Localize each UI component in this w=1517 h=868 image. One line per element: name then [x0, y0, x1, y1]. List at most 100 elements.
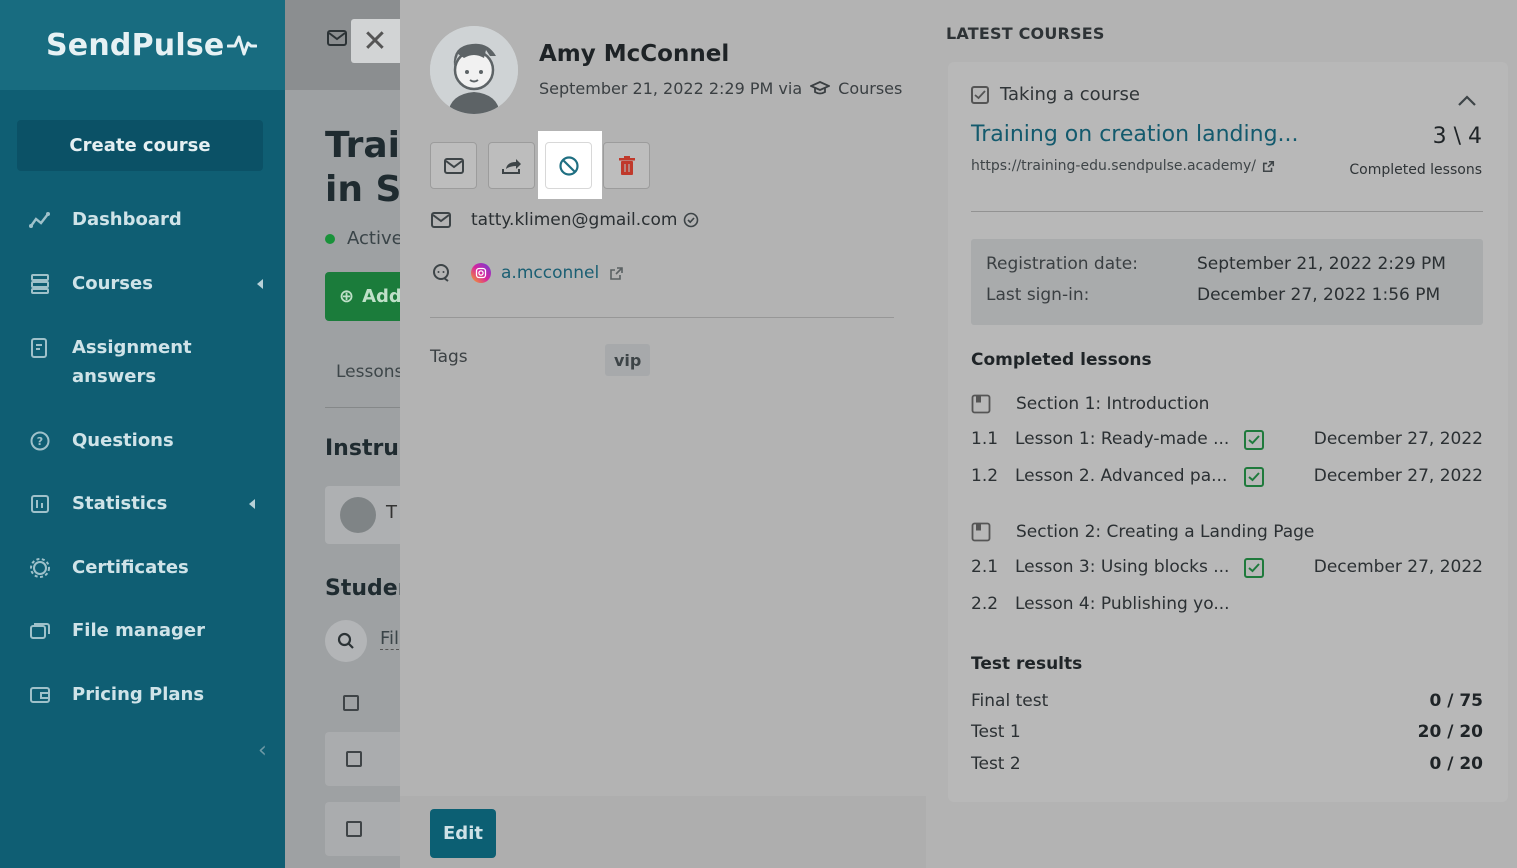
instagram-link[interactable]: a.mcconnel [501, 263, 599, 283]
latest-courses-panel: LATEST COURSES Taking a course Training … [926, 0, 1517, 868]
lesson-progress: 3 \ 4 [1432, 124, 1482, 149]
close-panel-button[interactable]: ✕ [351, 19, 400, 63]
test-name: Final test [971, 691, 1049, 711]
test-name: Test 1 [971, 722, 1021, 742]
edit-button[interactable]: Edit [430, 809, 496, 858]
sendpulse-logo[interactable]: SendPulse [46, 28, 258, 63]
registration-box [971, 239, 1483, 325]
share-button[interactable] [488, 142, 535, 189]
lesson-date: December 27, 2022 [1313, 429, 1483, 449]
sidebar-item-pricing-plans[interactable]: Pricing Plans [0, 680, 285, 709]
lesson-number: 1.2 [971, 466, 999, 486]
table-row [325, 732, 400, 786]
search-button[interactable] [325, 620, 367, 662]
course-title-link[interactable]: Training on creation landing... [971, 122, 1299, 147]
sidebar-item-label: Questions [72, 430, 174, 451]
sidebar-item-file-manager[interactable]: File manager [0, 616, 285, 645]
book-icon [971, 394, 991, 414]
course-url: https://training-edu.sendpulse.academy/ [971, 158, 1275, 174]
section-row: Section 1: Introduction [971, 394, 1209, 414]
status-dot [325, 233, 335, 244]
sidebar-item-certificates[interactable]: Certificates [0, 553, 285, 582]
delete-student-button[interactable] [603, 142, 650, 189]
user-avatar-icon [430, 26, 518, 114]
progress-label: Completed lessons [1349, 162, 1482, 178]
profile-divider [430, 317, 894, 318]
status-active: Active [325, 228, 400, 249]
student-email[interactable]: tatty.klimen@gmail.com [471, 210, 677, 230]
lesson-name[interactable]: Lesson 4: Publishing yo... [1015, 594, 1230, 614]
avatar [430, 26, 518, 114]
add-circle-icon: ⊕ [339, 286, 355, 307]
chevron-left-icon [257, 279, 263, 289]
table-row [325, 802, 400, 856]
test-name: Test 2 [971, 754, 1021, 774]
row-checkbox[interactable] [346, 821, 362, 837]
test-score: 0 / 75 [1429, 691, 1483, 711]
chat-bubble-icon [430, 263, 452, 283]
mail-icon [443, 157, 464, 174]
row-checkbox[interactable] [346, 751, 362, 767]
external-link-icon[interactable] [609, 266, 624, 281]
book-icon [971, 522, 991, 542]
student-name: Amy McConnel [539, 41, 730, 67]
block-icon [558, 155, 579, 176]
collapse-sidebar-icon[interactable]: ‹ [258, 738, 267, 763]
tab-lessons[interactable]: Lessons [336, 362, 400, 382]
pulse-icon [227, 35, 258, 56]
course-page-background: ✕ Traiin Se Active ⊕Add Lessons Instruc … [285, 0, 400, 868]
lesson-name[interactable]: Lesson 2. Advanced pa... [1015, 466, 1227, 486]
mail-icon[interactable] [327, 30, 347, 50]
block-student-button[interactable] [545, 142, 592, 189]
send-email-button[interactable] [430, 142, 477, 189]
avatar [340, 497, 376, 533]
filter-link[interactable]: Fil [380, 628, 400, 650]
chart-line-icon [28, 205, 52, 234]
course-status: Taking a course [971, 84, 1140, 105]
instagram-icon [471, 263, 491, 283]
sidebar-item-label: File manager [72, 620, 205, 641]
sidebar-item-dashboard[interactable]: Dashboard [0, 205, 285, 234]
sidebar-item-assignment-answers[interactable]: Assignment answers [0, 333, 240, 391]
test-score: 20 / 20 [1417, 722, 1483, 742]
create-course-button[interactable]: Create course [17, 120, 263, 171]
share-icon [501, 158, 521, 174]
page-topbar: ✕ [285, 0, 400, 90]
sidebar-item-statistics[interactable]: Statistics [0, 489, 285, 518]
checkbox-checked-icon [971, 85, 989, 104]
lesson-name[interactable]: Lesson 1: Ready-made ... [1015, 429, 1229, 449]
lesson-number: 1.1 [971, 429, 999, 449]
lesson-completed-icon [1244, 430, 1264, 450]
chevron-up-icon[interactable] [1457, 92, 1477, 111]
trash-icon [618, 155, 635, 175]
last-signin-value: December 27, 2022 1:56 PM [1197, 285, 1441, 305]
external-link-icon[interactable] [1262, 160, 1275, 173]
folder-icon [28, 616, 52, 645]
add-button[interactable]: ⊕ Add [325, 272, 400, 321]
students-heading: Studen [325, 576, 400, 601]
sidebar-item-questions[interactable]: ? Questions [0, 426, 285, 455]
sidebar: SendPulse Create course Dashboard Course… [0, 0, 285, 868]
instagram-row: a.mcconnel [430, 263, 624, 283]
last-signin-label: Last sign-in: [986, 285, 1090, 305]
layers-icon [28, 269, 52, 298]
sidebar-item-courses[interactable]: Courses [0, 269, 285, 298]
tab-divider [325, 407, 400, 408]
select-all-checkbox[interactable] [343, 695, 359, 711]
test-results-heading: Test results [971, 654, 1083, 674]
sidebar-item-label: Certificates [72, 557, 189, 578]
verified-icon [683, 212, 699, 228]
tag-chip[interactable]: vip [605, 344, 651, 376]
tags-label: Tags [430, 347, 468, 367]
svg-text:?: ? [37, 435, 43, 448]
lesson-name[interactable]: Lesson 3: Using blocks ... [1015, 557, 1229, 577]
lesson-date: December 27, 2022 [1313, 466, 1483, 486]
registration-meta: September 21, 2022 2:29 PM via Courses [539, 79, 903, 98]
question-bubble-icon: ? [28, 426, 52, 455]
lesson-completed-icon [1244, 467, 1264, 487]
sidebar-item-label: Statistics [72, 493, 168, 514]
page-title: Traiin Se [325, 125, 400, 210]
instructor-name: T [386, 502, 397, 523]
course-divider [971, 211, 1483, 212]
lesson-date: December 27, 2022 [1313, 557, 1483, 577]
